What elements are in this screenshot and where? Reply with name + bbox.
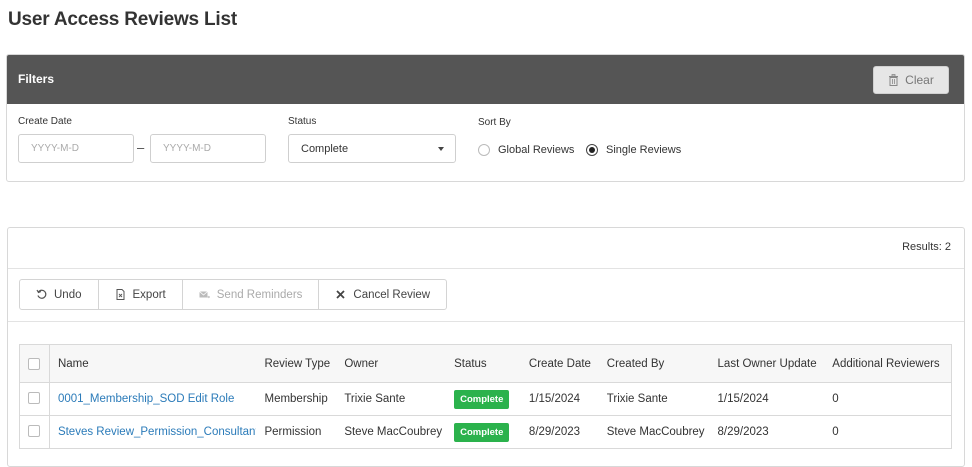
export-button[interactable]: Export	[99, 280, 183, 309]
owner-cell: Trixie Sante	[344, 393, 406, 405]
created-by-cell: Steve MacCoubrey	[606, 426, 705, 438]
clear-label: Clear	[905, 73, 934, 87]
chevron-down-icon	[438, 147, 444, 151]
cancel-review-button[interactable]: Cancel Review	[319, 280, 446, 309]
review-type-cell: Permission	[264, 426, 322, 438]
results-count: Results: 2	[902, 241, 951, 253]
additional-reviewers-cell: 0	[832, 426, 839, 438]
last-owner-update-cell: 1/15/2024	[717, 393, 769, 405]
create-date-cell: 8/29/2023	[528, 426, 581, 438]
status-select-value: Complete	[301, 142, 349, 155]
undo-button[interactable]: Undo	[20, 280, 99, 309]
row-checkbox[interactable]	[28, 425, 41, 437]
review-name-link[interactable]: Steves Review_Permission_Consultant	[50, 426, 257, 438]
envelope-icon	[198, 291, 210, 299]
close-icon	[336, 290, 346, 299]
sort-by-label: Sort By	[478, 117, 511, 128]
results-panel: Results: 2 Undo Export Send Reminders Ca…	[7, 227, 965, 467]
column-header-last-owner-update[interactable]: Last Owner Update	[710, 358, 825, 370]
undo-icon	[36, 289, 47, 299]
sort-single-reviews-label: Single Reviews	[606, 144, 682, 156]
page-title: User Access Reviews List	[8, 9, 237, 30]
created-by-cell: Trixie Sante	[606, 393, 668, 405]
date-to-input[interactable]: YYYY-M-D	[150, 134, 266, 163]
radio-circle-checked	[586, 144, 598, 156]
reviews-table: Name Review Type Owner Status Create Dat…	[19, 344, 952, 449]
additional-reviewers-cell: 0	[832, 393, 839, 405]
sort-global-reviews-radio[interactable]: Global Reviews	[478, 144, 574, 156]
status-cell: Complete	[446, 422, 521, 442]
undo-label: Undo	[54, 288, 82, 301]
last-owner-update-cell: 8/29/2023	[717, 426, 769, 438]
create-date-label: Create Date	[18, 116, 72, 127]
divider	[8, 321, 964, 322]
status-badge: Complete	[454, 389, 510, 409]
column-header-owner[interactable]: Owner	[336, 358, 446, 370]
create-date-cell: 1/15/2024	[528, 393, 581, 405]
column-header-created-by[interactable]: Created By	[599, 358, 710, 370]
column-header-name[interactable]: Name	[50, 358, 257, 370]
sort-global-reviews-label: Global Reviews	[498, 144, 575, 156]
review-type-cell: Membership	[264, 393, 328, 405]
column-header-status[interactable]: Status	[446, 358, 521, 370]
review-name-link[interactable]: 0001_Membership_SOD Edit Role	[50, 393, 257, 405]
column-header-create-date[interactable]: Create Date	[521, 358, 599, 370]
select-all-cell	[20, 345, 50, 382]
filters-panel: Filters Clear Create Date YYYY-M-D – YYY…	[6, 54, 965, 182]
send-reminders-button[interactable]: Send Reminders	[183, 280, 320, 309]
table-header-row: Name Review Type Owner Status Create Dat…	[20, 345, 951, 383]
divider	[8, 268, 964, 269]
date-separator: –	[137, 140, 145, 155]
row-select-cell	[20, 383, 50, 415]
radio-circle	[478, 144, 490, 156]
filters-header: Filters Clear	[7, 55, 964, 104]
status-label: Status	[288, 116, 317, 127]
column-header-review-type[interactable]: Review Type	[256, 358, 336, 370]
status-cell: Complete	[446, 389, 521, 409]
cancel-review-label: Cancel Review	[353, 288, 431, 301]
results-toolbar: Undo Export Send Reminders Cancel Review	[19, 279, 448, 310]
column-header-additional-reviewers[interactable]: Additional Reviewers	[824, 358, 951, 370]
table-row: Steves Review_Permission_Consultant Perm…	[20, 416, 951, 449]
send-reminders-label: Send Reminders	[216, 288, 303, 301]
export-file-icon	[116, 289, 124, 300]
table-row: 0001_Membership_SOD Edit Role Membership…	[20, 383, 951, 416]
select-all-checkbox[interactable]	[28, 357, 41, 370]
filters-title: Filters	[18, 72, 55, 86]
status-select[interactable]: Complete	[288, 134, 456, 163]
row-select-cell	[20, 416, 50, 448]
sort-single-reviews-radio[interactable]: Single Reviews	[586, 144, 681, 156]
trash-icon	[889, 74, 899, 86]
status-badge: Complete	[454, 422, 510, 442]
clear-button[interactable]: Clear	[873, 66, 949, 94]
row-checkbox[interactable]	[28, 392, 41, 404]
export-label: Export	[132, 288, 166, 301]
owner-cell: Steve MacCoubrey	[344, 426, 443, 438]
date-from-input[interactable]: YYYY-M-D	[18, 134, 134, 163]
